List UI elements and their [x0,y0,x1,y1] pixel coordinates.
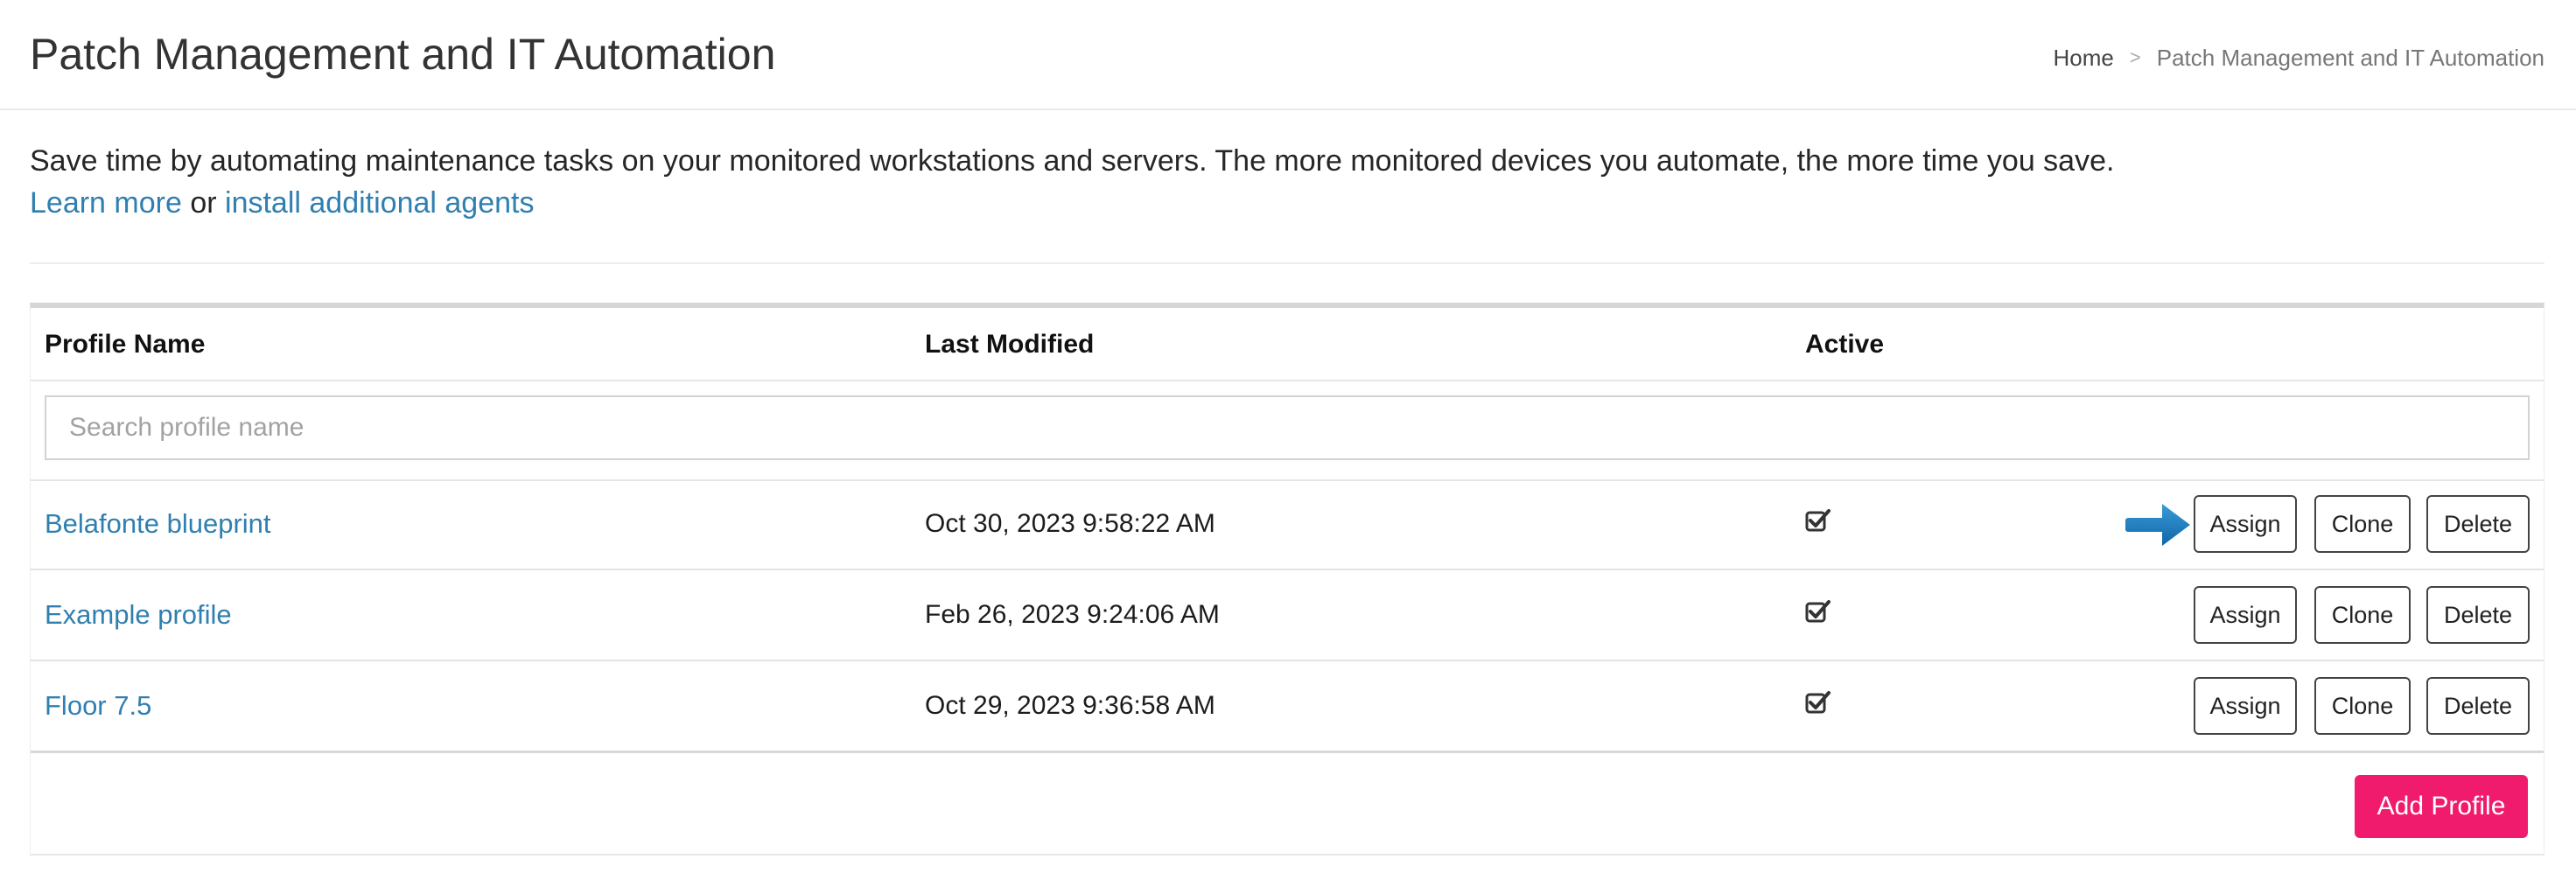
table-row: Example profile Feb 26, 2023 9:24:06 AM … [31,570,2544,661]
breadcrumb-home[interactable]: Home [2054,42,2114,73]
search-row [31,380,2544,481]
delete-button[interactable]: Delete [2426,677,2530,735]
install-agents-link[interactable]: install additional agents [225,186,534,220]
table-row: Floor 7.5 Oct 29, 2023 9:36:58 AM Assign… [31,661,2544,753]
checkbox-checked-icon [1805,600,1830,623]
delete-button[interactable]: Delete [2426,495,2530,553]
last-modified: Oct 30, 2023 9:58:22 AM [925,509,1215,538]
intro-description: Save time by automating maintenance task… [30,144,2115,178]
page-title: Patch Management and IT Automation [30,30,776,79]
clone-button[interactable]: Clone [2314,677,2411,735]
profiles-table: Profile Name Last Modified Active Belafo… [30,303,2544,856]
breadcrumb-current: Patch Management and IT Automation [2156,45,2544,71]
divider [30,262,2544,264]
add-profile-button[interactable]: Add Profile [2355,775,2528,838]
column-header-last-modified: Last Modified [925,330,1095,359]
checkbox-checked-icon [1805,691,1830,714]
page-header: Patch Management and IT Automation Home … [0,0,2576,110]
assign-button[interactable]: Assign [2194,586,2297,644]
clone-button[interactable]: Clone [2314,586,2411,644]
table-row: Belafonte blueprint Oct 30, 2023 9:58:22… [31,479,2544,570]
assign-button[interactable]: Assign [2194,677,2297,735]
arrow-right-icon [2125,504,2190,546]
profile-name-link[interactable]: Belafonte blueprint [45,507,271,541]
column-header-active: Active [1805,330,1885,359]
intro-text: Save time by automating maintenance task… [30,140,2550,224]
search-input[interactable] [45,395,2530,460]
breadcrumb-separator: > [2129,46,2141,68]
profile-name-link[interactable]: Example profile [45,598,232,632]
profile-name-link[interactable]: Floor 7.5 [45,689,151,723]
checkbox-checked-icon [1805,509,1830,532]
table-footer: Add Profile [31,752,2544,859]
learn-more-link[interactable]: Learn more [30,186,182,220]
delete-button[interactable]: Delete [2426,586,2530,644]
last-modified: Oct 29, 2023 9:36:58 AM [925,691,1215,720]
breadcrumb: Home > Patch Management and IT Automatio… [2054,42,2544,73]
assign-button[interactable]: Assign [2194,495,2297,553]
last-modified: Feb 26, 2023 9:24:06 AM [925,600,1220,629]
clone-button[interactable]: Clone [2314,495,2411,553]
column-header-profile-name: Profile Name [45,330,206,359]
table-header: Profile Name Last Modified Active [31,308,2544,381]
intro-or: or [190,186,217,220]
